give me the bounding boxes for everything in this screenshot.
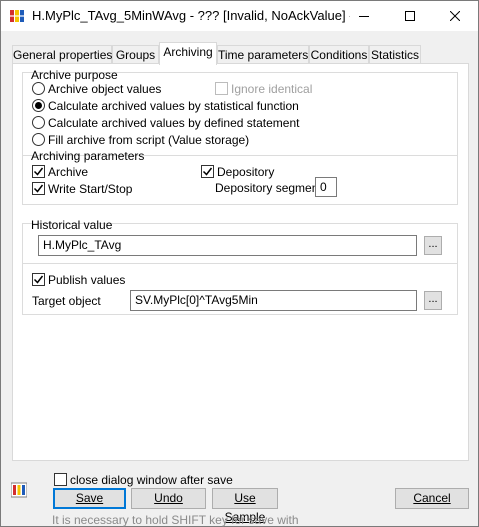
minimize-icon xyxy=(359,16,369,17)
minimize-button[interactable] xyxy=(341,1,387,31)
app-icon xyxy=(11,482,27,498)
tab-general-properties[interactable]: General properties xyxy=(12,45,112,64)
target-object-browse-button[interactable]: ... xyxy=(424,291,442,310)
archive-purpose-label: Archive purpose xyxy=(31,68,118,82)
depository-segment-label: Depository segment xyxy=(215,181,322,195)
historical-value-browse-button[interactable]: ... xyxy=(424,236,442,255)
save-hint-text: It is necessary to hold SHIFT key for sa… xyxy=(52,513,299,527)
tab-archiving[interactable]: Archiving xyxy=(159,42,217,65)
radio-defined-statement[interactable] xyxy=(32,116,45,129)
historical-value-label: Historical value xyxy=(31,218,113,232)
ignore-identical-checkbox xyxy=(215,82,228,95)
radio-statistical-function[interactable] xyxy=(32,99,45,112)
maximize-button[interactable] xyxy=(387,1,433,31)
radio-archive-object-values-label[interactable]: Archive object values xyxy=(48,82,161,96)
target-object-input[interactable]: SV.MyPlc[0]^TAvg5Min xyxy=(130,290,417,311)
checkmark-icon xyxy=(33,275,44,284)
close-button[interactable] xyxy=(432,1,478,31)
archiving-parameters-label: Archiving parameters xyxy=(31,149,145,163)
tab-time-parameters[interactable]: Time parameters xyxy=(217,45,309,64)
radio-archive-object-values[interactable] xyxy=(32,82,45,95)
radio-defined-statement-label[interactable]: Calculate archived values by defined sta… xyxy=(48,116,299,130)
undo-button[interactable]: Undo xyxy=(131,488,206,509)
close-after-save-label[interactable]: close dialog window after save xyxy=(70,473,233,487)
app-icon xyxy=(10,10,24,22)
publish-values-checkbox[interactable] xyxy=(32,273,45,286)
close-after-save-checkbox[interactable] xyxy=(54,473,67,486)
archiving-tab-panel: Archive purpose Archive object values Ig… xyxy=(12,63,469,461)
publish-separator xyxy=(22,263,458,264)
depository-checkbox[interactable] xyxy=(201,165,214,178)
write-start-stop-label[interactable]: Write Start/Stop xyxy=(48,182,132,196)
use-sample-button[interactable]: Use Sample xyxy=(212,488,278,524)
tab-statistics[interactable]: Statistics xyxy=(369,45,421,64)
cancel-button[interactable]: Cancel xyxy=(395,488,469,509)
window-title: H.MyPlc_TAvg_5MinWAvg - ??? [Invalid, No… xyxy=(32,8,350,23)
historical-value-input[interactable]: H.MyPlc_TAvg xyxy=(38,235,417,256)
archive-label[interactable]: Archive xyxy=(48,165,88,179)
archive-checkbox[interactable] xyxy=(32,165,45,178)
radio-fill-from-script[interactable] xyxy=(32,133,45,146)
depository-segment-input[interactable]: 0 xyxy=(315,177,337,197)
radio-statistical-function-label[interactable]: Calculate archived values by statistical… xyxy=(48,99,299,113)
maximize-icon xyxy=(405,11,415,21)
cancel-button-label: Cancel xyxy=(413,491,451,505)
title-bar[interactable]: H.MyPlc_TAvg_5MinWAvg - ??? [Invalid, No… xyxy=(1,1,478,31)
depository-label[interactable]: Depository xyxy=(217,165,274,179)
undo-button-label: Undo xyxy=(154,491,183,505)
dialog-window: H.MyPlc_TAvg_5MinWAvg - ??? [Invalid, No… xyxy=(0,0,479,527)
save-button[interactable]: Save xyxy=(53,488,126,509)
save-button-label: Save xyxy=(75,491,104,505)
close-icon xyxy=(450,11,460,21)
checkmark-icon xyxy=(33,167,44,176)
target-object-label: Target object xyxy=(32,294,101,308)
ignore-identical-label: Ignore identical xyxy=(231,82,313,96)
checkmark-icon xyxy=(33,184,44,193)
write-start-stop-checkbox[interactable] xyxy=(32,182,45,195)
tab-conditions[interactable]: Conditions xyxy=(309,45,369,64)
checkmark-icon xyxy=(202,167,213,176)
radio-fill-from-script-label[interactable]: Fill archive from script (Value storage) xyxy=(48,133,249,147)
tab-groups[interactable]: Groups xyxy=(112,45,159,64)
publish-values-label[interactable]: Publish values xyxy=(48,273,125,287)
